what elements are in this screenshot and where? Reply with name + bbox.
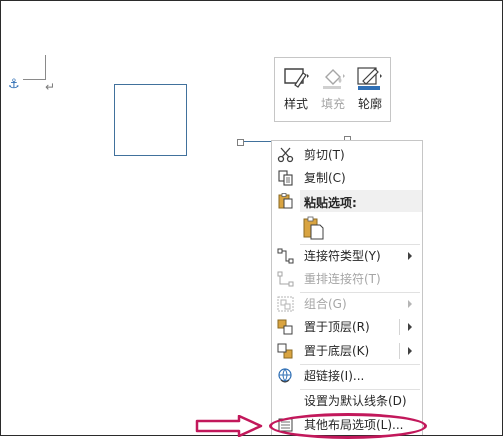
page-margin-corner-mark — [23, 55, 46, 80]
group-icon — [277, 296, 294, 312]
submenu-arrow-icon — [408, 252, 412, 260]
menu-item-set-default-line[interactable]: 设置为默认线条(D) — [272, 390, 422, 412]
screenshot-frame — [0, 0, 503, 436]
red-arrow-icon — [195, 415, 263, 437]
paste-options-header: 粘贴选项: — [300, 190, 422, 212]
highlight-oval — [269, 413, 427, 439]
rectangle-shape[interactable] — [114, 84, 187, 156]
submenu-arrow-icon — [408, 347, 412, 355]
menu-item-label: 连接符类型(Y) — [304, 249, 381, 263]
shape-style-icon — [284, 68, 309, 88]
style-button[interactable]: 样式 — [277, 62, 315, 117]
paste-keep-source-icon[interactable] — [302, 216, 324, 240]
menu-item-label: 置于底层(K) — [304, 344, 370, 358]
connector-type-icon — [277, 248, 294, 264]
menu-item-label: 设置为默认线条(D) — [304, 394, 407, 408]
menu-item-label: 超链接(I)... — [304, 369, 365, 383]
menu-item-label: 复制(C) — [304, 171, 346, 185]
send-to-back-icon — [277, 343, 293, 359]
outline-label: 轮廓 — [357, 97, 382, 111]
menu-item-copy[interactable]: 复制(C) — [272, 167, 422, 189]
fill-button[interactable]: 填充 — [314, 62, 352, 117]
menu-item-bring-to-front[interactable]: 置于顶层(R) — [272, 316, 422, 338]
submenu-arrow-icon — [408, 300, 412, 308]
submenu-arrow-icon — [408, 323, 412, 331]
menu-item-cut[interactable]: 剪切(T) — [272, 144, 422, 166]
menu-item-group[interactable]: 组合(G) — [272, 293, 422, 315]
menu-item-reroute-connectors[interactable]: 重排连接符(T) — [272, 268, 422, 290]
hyperlink-globe-icon — [278, 368, 292, 383]
scissors-icon — [277, 147, 294, 163]
outline-button[interactable]: 轮廓 — [351, 62, 389, 117]
bring-to-front-icon — [277, 319, 293, 335]
connector-start-handle[interactable] — [237, 139, 244, 146]
context-menu: 剪切(T) 复制(C) 粘贴选项: 连接符类型(Y) 重排连接符(T) 组合(G… — [271, 140, 423, 435]
fill-label: 填充 — [320, 97, 345, 111]
split-divider — [399, 343, 400, 359]
mini-toolbar: 样式 填充 轮廓 — [274, 57, 391, 122]
menu-item-label: 剪切(T) — [304, 148, 345, 162]
connector-line[interactable] — [241, 141, 275, 142]
anchor-icon: ⚓ — [8, 77, 20, 92]
reroute-connector-icon — [277, 271, 294, 287]
menu-item-label: 组合(G) — [304, 297, 347, 311]
menu-item-label: 重排连接符(T) — [304, 272, 381, 286]
menu-item-send-to-back[interactable]: 置于底层(K) — [272, 340, 422, 362]
paragraph-mark: ↵ — [45, 80, 56, 94]
pen-outline-icon — [357, 67, 382, 90]
copy-icon — [278, 170, 293, 186]
clipboard-icon — [278, 193, 293, 209]
menu-item-connector-type[interactable]: 连接符类型(Y) — [272, 245, 422, 267]
paint-bucket-icon — [323, 69, 345, 89]
paste-options-label: 粘贴选项: — [304, 196, 357, 210]
menu-item-hyperlink[interactable]: 超链接(I)... — [272, 365, 422, 387]
split-divider — [399, 319, 400, 335]
menu-item-label: 置于顶层(R) — [304, 320, 370, 334]
style-label: 样式 — [283, 97, 308, 111]
